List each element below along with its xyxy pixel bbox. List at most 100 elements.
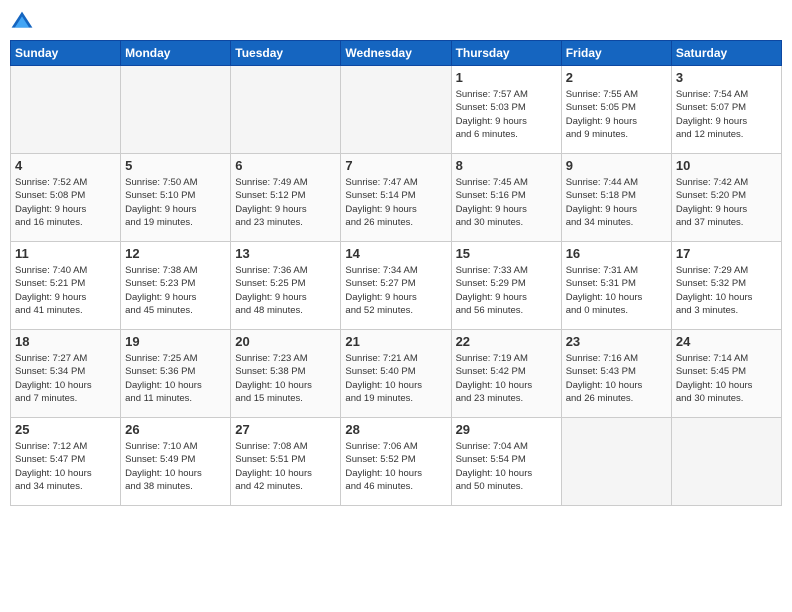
calendar-cell: 1 Sunrise: 7:57 AM Sunset: 5:03 PM Daylig…: [451, 66, 561, 154]
calendar-header-row: SundayMondayTuesdayWednesdayThursdayFrid…: [11, 41, 782, 66]
day-info: Sunrise: 7:14 AM Sunset: 5:45 PM Dayligh…: [676, 352, 777, 405]
logo: [10, 10, 38, 34]
day-number: 18: [15, 334, 116, 349]
calendar-cell: 26 Sunrise: 7:10 AM Sunset: 5:49 PM Dayli…: [121, 418, 231, 506]
calendar-cell: 8 Sunrise: 7:45 AM Sunset: 5:16 PM Daylig…: [451, 154, 561, 242]
day-number: 22: [456, 334, 557, 349]
col-header-wednesday: Wednesday: [341, 41, 451, 66]
calendar-cell: [671, 418, 781, 506]
calendar-cell: 4 Sunrise: 7:52 AM Sunset: 5:08 PM Daylig…: [11, 154, 121, 242]
day-number: 9: [566, 158, 667, 173]
day-number: 20: [235, 334, 336, 349]
day-info: Sunrise: 7:10 AM Sunset: 5:49 PM Dayligh…: [125, 440, 226, 493]
day-number: 8: [456, 158, 557, 173]
day-info: Sunrise: 7:40 AM Sunset: 5:21 PM Dayligh…: [15, 264, 116, 317]
calendar-cell: 15 Sunrise: 7:33 AM Sunset: 5:29 PM Dayli…: [451, 242, 561, 330]
logo-icon: [10, 10, 34, 34]
day-info: Sunrise: 7:16 AM Sunset: 5:43 PM Dayligh…: [566, 352, 667, 405]
day-number: 17: [676, 246, 777, 261]
col-header-friday: Friday: [561, 41, 671, 66]
day-info: Sunrise: 7:34 AM Sunset: 5:27 PM Dayligh…: [345, 264, 446, 317]
day-number: 19: [125, 334, 226, 349]
calendar-cell: 7Sunrise: 7:47 AM Sunset: 5:14 PM Daylig…: [341, 154, 451, 242]
calendar-cell: 2 Sunrise: 7:55 AM Sunset: 5:05 PM Daylig…: [561, 66, 671, 154]
day-info: Sunrise: 7:19 AM Sunset: 5:42 PM Dayligh…: [456, 352, 557, 405]
day-number: 24: [676, 334, 777, 349]
calendar-cell: 11 Sunrise: 7:40 AM Sunset: 5:21 PM Dayli…: [11, 242, 121, 330]
day-number: 4: [15, 158, 116, 173]
calendar-cell: 3Sunrise: 7:54 AM Sunset: 5:07 PM Daylig…: [671, 66, 781, 154]
day-number: 16: [566, 246, 667, 261]
col-header-tuesday: Tuesday: [231, 41, 341, 66]
calendar-cell: 17 Sunrise: 7:29 AM Sunset: 5:32 PM Dayli…: [671, 242, 781, 330]
day-info: Sunrise: 7:44 AM Sunset: 5:18 PM Dayligh…: [566, 176, 667, 229]
day-info: Sunrise: 7:50 AM Sunset: 5:10 PM Dayligh…: [125, 176, 226, 229]
day-number: 21: [345, 334, 446, 349]
day-info: Sunrise: 7:25 AM Sunset: 5:36 PM Dayligh…: [125, 352, 226, 405]
day-info: Sunrise: 7:33 AM Sunset: 5:29 PM Dayligh…: [456, 264, 557, 317]
day-number: 2: [566, 70, 667, 85]
day-info: Sunrise: 7:55 AM Sunset: 5:05 PM Dayligh…: [566, 88, 667, 141]
calendar-cell: 27 Sunrise: 7:08 AM Sunset: 5:51 PM Dayli…: [231, 418, 341, 506]
day-info: Sunrise: 7:06 AM Sunset: 5:52 PM Dayligh…: [345, 440, 446, 493]
col-header-saturday: Saturday: [671, 41, 781, 66]
calendar-week-row: 25 Sunrise: 7:12 AM Sunset: 5:47 PM Dayli…: [11, 418, 782, 506]
calendar-cell: 16 Sunrise: 7:31 AM Sunset: 5:31 PM Dayli…: [561, 242, 671, 330]
calendar-cell: 19 Sunrise: 7:25 AM Sunset: 5:36 PM Dayli…: [121, 330, 231, 418]
calendar-cell: 29 Sunrise: 7:04 AM Sunset: 5:54 PM Dayli…: [451, 418, 561, 506]
day-info: Sunrise: 7:29 AM Sunset: 5:32 PM Dayligh…: [676, 264, 777, 317]
calendar-cell: [231, 66, 341, 154]
day-info: Sunrise: 7:36 AM Sunset: 5:25 PM Dayligh…: [235, 264, 336, 317]
day-info: Sunrise: 7:08 AM Sunset: 5:51 PM Dayligh…: [235, 440, 336, 493]
calendar-cell: 20 Sunrise: 7:23 AM Sunset: 5:38 PM Dayli…: [231, 330, 341, 418]
calendar-cell: 12 Sunrise: 7:38 AM Sunset: 5:23 PM Dayli…: [121, 242, 231, 330]
day-number: 23: [566, 334, 667, 349]
day-number: 15: [456, 246, 557, 261]
day-number: 26: [125, 422, 226, 437]
calendar-cell: [341, 66, 451, 154]
page-header: [10, 10, 782, 34]
day-number: 29: [456, 422, 557, 437]
calendar-cell: 18 Sunrise: 7:27 AM Sunset: 5:34 PM Dayli…: [11, 330, 121, 418]
day-info: Sunrise: 7:57 AM Sunset: 5:03 PM Dayligh…: [456, 88, 557, 141]
day-number: 1: [456, 70, 557, 85]
day-number: 10: [676, 158, 777, 173]
day-info: Sunrise: 7:31 AM Sunset: 5:31 PM Dayligh…: [566, 264, 667, 317]
day-info: Sunrise: 7:45 AM Sunset: 5:16 PM Dayligh…: [456, 176, 557, 229]
day-info: Sunrise: 7:49 AM Sunset: 5:12 PM Dayligh…: [235, 176, 336, 229]
day-number: 14: [345, 246, 446, 261]
day-number: 5: [125, 158, 226, 173]
col-header-sunday: Sunday: [11, 41, 121, 66]
calendar-cell: [121, 66, 231, 154]
day-info: Sunrise: 7:27 AM Sunset: 5:34 PM Dayligh…: [15, 352, 116, 405]
calendar-week-row: 18 Sunrise: 7:27 AM Sunset: 5:34 PM Dayli…: [11, 330, 782, 418]
day-info: Sunrise: 7:04 AM Sunset: 5:54 PM Dayligh…: [456, 440, 557, 493]
calendar-cell: 10 Sunrise: 7:42 AM Sunset: 5:20 PM Dayli…: [671, 154, 781, 242]
day-number: 3: [676, 70, 777, 85]
day-info: Sunrise: 7:23 AM Sunset: 5:38 PM Dayligh…: [235, 352, 336, 405]
calendar-cell: 25 Sunrise: 7:12 AM Sunset: 5:47 PM Dayli…: [11, 418, 121, 506]
calendar-cell: 13 Sunrise: 7:36 AM Sunset: 5:25 PM Dayli…: [231, 242, 341, 330]
day-info: Sunrise: 7:42 AM Sunset: 5:20 PM Dayligh…: [676, 176, 777, 229]
col-header-thursday: Thursday: [451, 41, 561, 66]
day-number: 11: [15, 246, 116, 261]
day-info: Sunrise: 7:52 AM Sunset: 5:08 PM Dayligh…: [15, 176, 116, 229]
calendar-cell: 22 Sunrise: 7:19 AM Sunset: 5:42 PM Dayli…: [451, 330, 561, 418]
calendar-cell: 6 Sunrise: 7:49 AM Sunset: 5:12 PM Daylig…: [231, 154, 341, 242]
calendar-cell: [11, 66, 121, 154]
day-number: 27: [235, 422, 336, 437]
calendar-cell: 23 Sunrise: 7:16 AM Sunset: 5:43 PM Dayli…: [561, 330, 671, 418]
calendar-cell: 24 Sunrise: 7:14 AM Sunset: 5:45 PM Dayli…: [671, 330, 781, 418]
calendar-cell: 14 Sunrise: 7:34 AM Sunset: 5:27 PM Dayli…: [341, 242, 451, 330]
calendar-table: SundayMondayTuesdayWednesdayThursdayFrid…: [10, 40, 782, 506]
calendar-week-row: 4 Sunrise: 7:52 AM Sunset: 5:08 PM Daylig…: [11, 154, 782, 242]
calendar-cell: 5 Sunrise: 7:50 AM Sunset: 5:10 PM Daylig…: [121, 154, 231, 242]
day-number: 13: [235, 246, 336, 261]
day-number: 12: [125, 246, 226, 261]
day-number: 6: [235, 158, 336, 173]
day-info: Sunrise: 7:12 AM Sunset: 5:47 PM Dayligh…: [15, 440, 116, 493]
day-number: 25: [15, 422, 116, 437]
calendar-cell: 21Sunrise: 7:21 AM Sunset: 5:40 PM Dayli…: [341, 330, 451, 418]
day-info: Sunrise: 7:38 AM Sunset: 5:23 PM Dayligh…: [125, 264, 226, 317]
day-number: 7: [345, 158, 446, 173]
